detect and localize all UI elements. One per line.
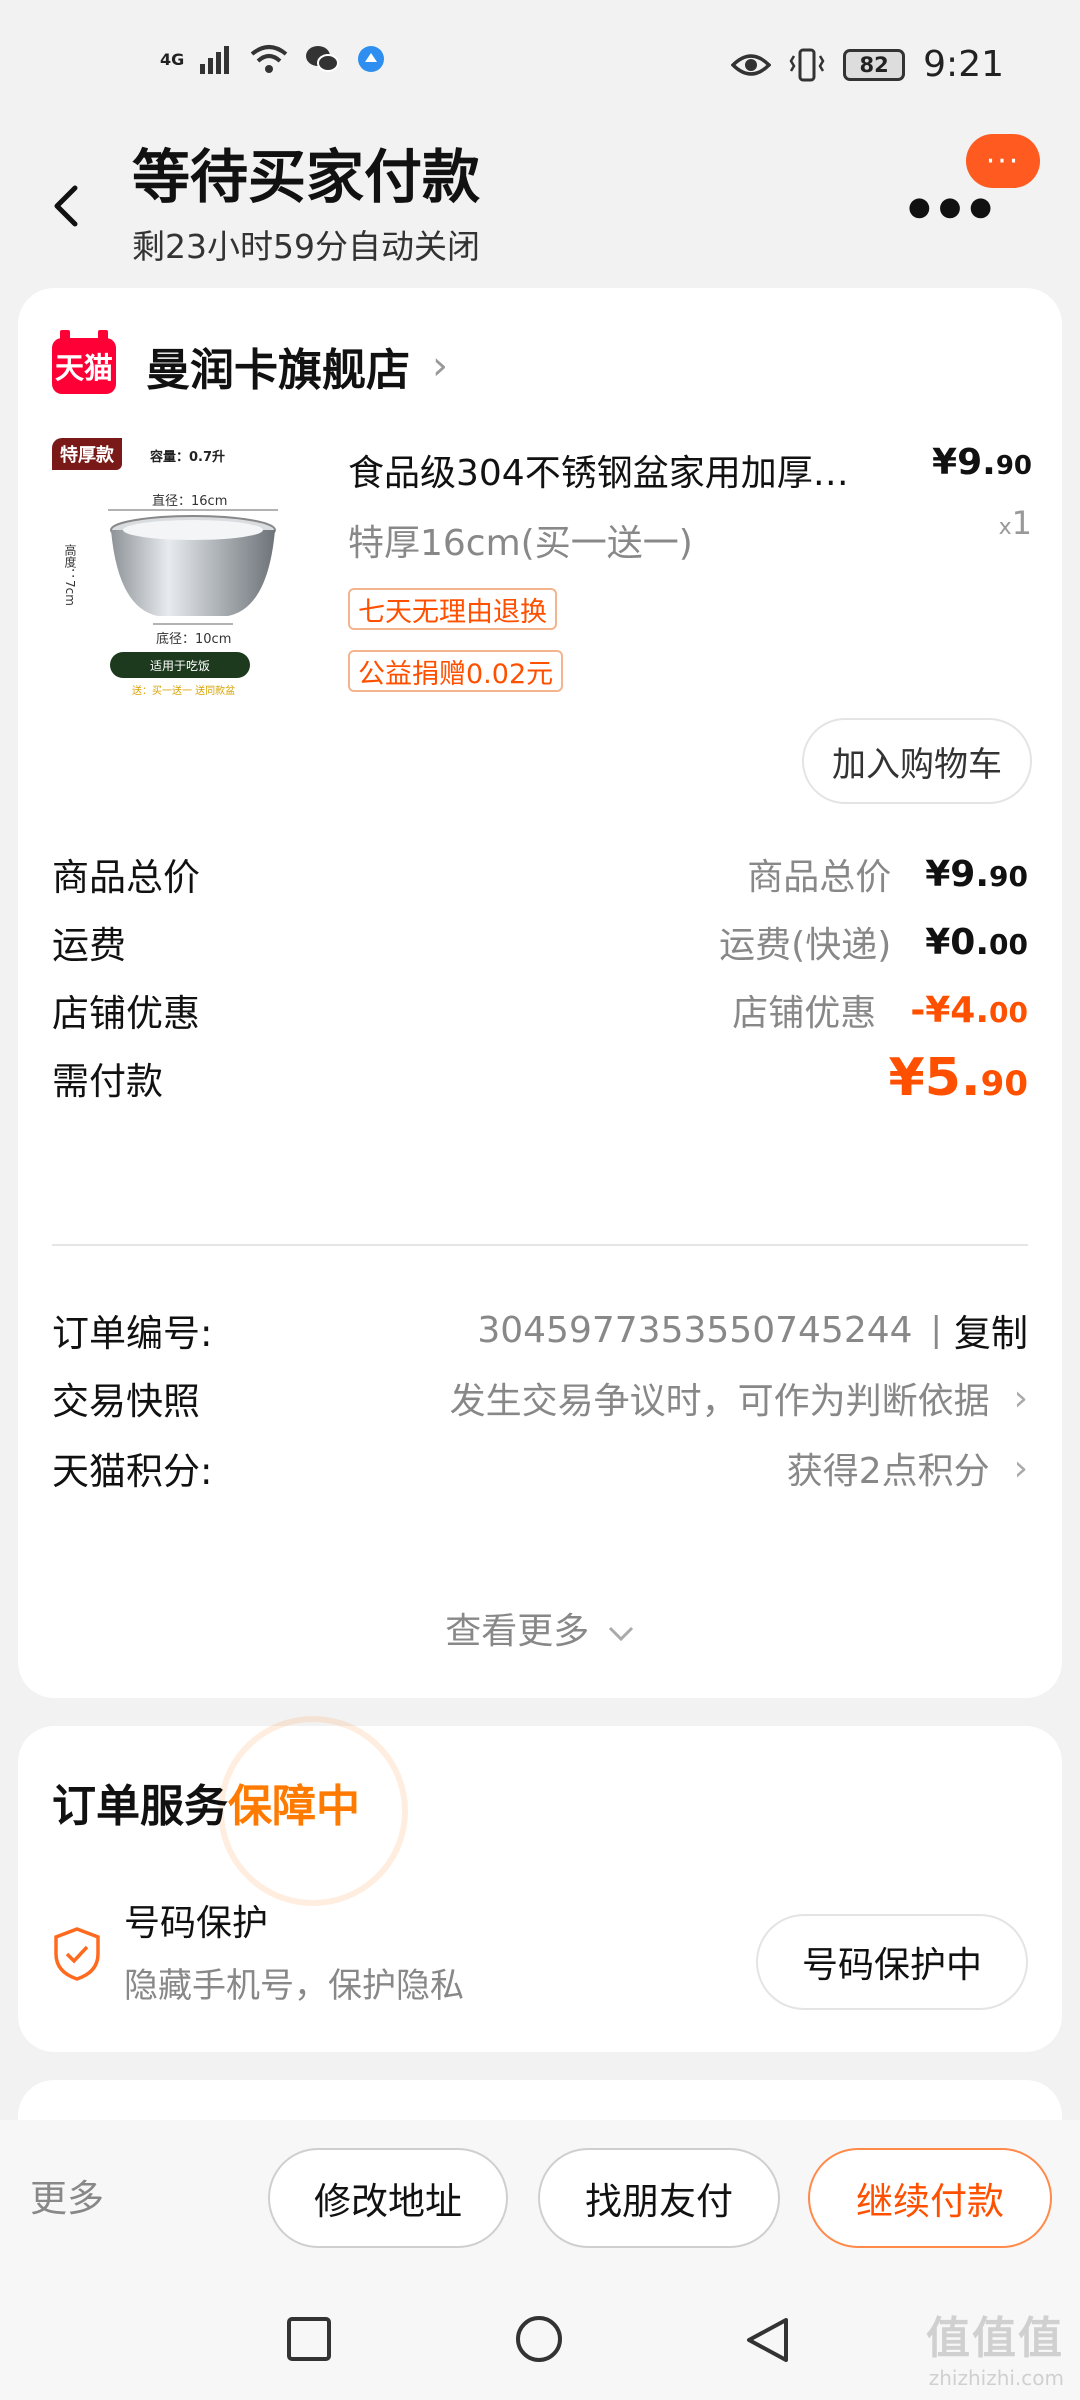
- page-title: 等待买家付款: [132, 143, 481, 211]
- fee-label: 店铺优惠: [52, 992, 200, 1035]
- product-image-bottom: 底径：10cm: [156, 632, 232, 647]
- fee-label: 需付款: [52, 1060, 163, 1103]
- see-more-button[interactable]: 查看更多: [18, 1602, 1062, 1654]
- charity-tag: 公益捐赠0.02元: [348, 650, 564, 692]
- order-number-label: 订单编号:: [52, 1312, 213, 1355]
- eye-icon: [731, 53, 772, 76]
- continue-payment-button[interactable]: 继续付款: [808, 2148, 1052, 2248]
- service-item-desc: 隐藏手机号，保护隐私: [124, 1966, 464, 2006]
- fee-row-shop-discount: 店铺优惠 店铺优惠 -¥4.00: [52, 980, 1028, 1040]
- fee-value: -¥4.00: [910, 989, 1028, 1031]
- bottom-action-bar: 更多 修改地址 找朋友付 继续付款: [0, 2120, 1080, 2280]
- fee-hint: 店铺优惠: [732, 993, 877, 1034]
- shop-name: 曼润卡旗舰店: [146, 345, 410, 396]
- divider: [52, 1244, 1028, 1246]
- tmall-points-label: 天猫积分:: [52, 1450, 213, 1493]
- app-notification-icon: [358, 46, 385, 72]
- product-price: ¥9.90: [932, 442, 1032, 483]
- tmall-points-row[interactable]: 天猫积分: 获得2点积分 ›: [52, 1438, 1028, 1498]
- vibrate-icon: [789, 48, 825, 81]
- order-number-row: 订单编号: 3045977353550745244 | 复制: [52, 1300, 1028, 1360]
- product-image-height: 高度：7cm: [63, 544, 77, 606]
- ask-friend-pay-button[interactable]: 找朋友付: [538, 2148, 780, 2248]
- product-image-note: 送：买一送一 送同款盆: [132, 686, 236, 696]
- product-image-tag: 特厚款: [52, 438, 122, 470]
- recent-apps-icon[interactable]: [286, 2316, 332, 2362]
- service-item-name: 号码保护: [124, 1903, 269, 1944]
- product-image[interactable]: 特厚款 容量：0.7升 直径：16cm 高度：7cm 底径：10cm 适用于吃饭…: [52, 438, 326, 696]
- separator: |: [930, 1310, 942, 1350]
- fee-label: 商品总价: [52, 856, 200, 899]
- clock: 9:21: [923, 44, 1004, 85]
- page-header: 等待买家付款 剩23小时59分自动关闭 ··· ●●●: [0, 130, 1080, 270]
- fee-hint: 运费(快递): [719, 925, 892, 966]
- chevron-right-icon: ›: [1013, 1377, 1028, 1419]
- chevron-down-icon: [608, 1626, 633, 1642]
- chevron-right-icon: ›: [432, 343, 448, 389]
- number-protection-button[interactable]: 号码保护中: [756, 1914, 1028, 2010]
- chevron-right-icon: ›: [1013, 1447, 1028, 1489]
- network-label: 4G: [160, 49, 185, 69]
- shield-check-icon: [54, 1927, 100, 1981]
- fee-row-amount-due: 需付款 ¥5.90: [52, 1048, 1028, 1108]
- status-left: 4G: [160, 44, 386, 74]
- order-card: 天猫 曼润卡旗舰店 › 特厚款 容量：0.7升 直径：16cm 高度：7cm 底…: [18, 288, 1062, 1698]
- more-actions-button[interactable]: 更多: [30, 2168, 104, 2222]
- fee-hint: 商品总价: [747, 857, 892, 898]
- order-service-card: 订单服务保障中 号码保护 隐藏手机号，保护隐私 号码保护中: [18, 1716, 1062, 2052]
- back-nav-icon[interactable]: [744, 2316, 790, 2366]
- home-icon[interactable]: [514, 2316, 564, 2366]
- product-quantity: x1: [998, 504, 1032, 542]
- service-title: 订单服务保障中: [52, 1781, 360, 1832]
- order-number-value: 3045977353550745244: [477, 1309, 913, 1351]
- product-spec: 特厚16cm(买一送一): [348, 523, 693, 564]
- chevron-left-icon: [54, 185, 78, 227]
- fee-row-shipping: 运费 运费(快递) ¥0.00: [52, 912, 1028, 972]
- back-button[interactable]: [42, 170, 90, 242]
- product-title[interactable]: 食品级304不锈钢盆家用加厚…: [348, 444, 908, 496]
- trade-snapshot-row[interactable]: 交易快照 发生交易争议时，可作为判断依据 ›: [52, 1368, 1028, 1428]
- more-menu-button[interactable]: ··· ●●●: [908, 134, 1040, 222]
- system-nav-bar: 值值值 zhizhizhi.com: [0, 2280, 1080, 2400]
- fee-value: ¥0.00: [925, 921, 1028, 963]
- product-image-capacity: 容量：0.7升: [150, 450, 226, 465]
- more-dots-icon: ●●●: [907, 192, 1000, 222]
- wechat-icon: [306, 46, 340, 72]
- return-policy-tag: 七天无理由退换: [348, 588, 557, 630]
- product-image-usage: 适用于吃饭: [110, 652, 250, 678]
- tmall-points-value: 获得2点积分: [786, 1451, 990, 1492]
- fee-row-total: 商品总价 商品总价 ¥9.90: [52, 844, 1028, 904]
- fee-value: ¥9.90: [925, 853, 1028, 895]
- status-right: 82 9:21: [731, 44, 1004, 85]
- wifi-icon: [250, 45, 288, 73]
- signal-icon: [200, 46, 230, 74]
- trade-snapshot-value: 发生交易争议时，可作为判断依据: [449, 1381, 990, 1422]
- amount-due-value: ¥5.90: [888, 1048, 1028, 1108]
- trade-snapshot-label: 交易快照: [52, 1380, 200, 1423]
- message-bubble-icon: ···: [966, 134, 1040, 188]
- copy-order-number-button[interactable]: 复制: [954, 1303, 1028, 1357]
- change-address-button[interactable]: 修改地址: [268, 2148, 508, 2248]
- shop-header[interactable]: 天猫 曼润卡旗舰店 ›: [52, 330, 448, 398]
- battery-indicator: 82: [843, 48, 906, 81]
- add-to-cart-button[interactable]: 加入购物车: [802, 718, 1032, 804]
- fee-label: 运费: [52, 924, 126, 967]
- tmall-logo: 天猫: [52, 330, 116, 394]
- product-image-diameter: 直径：16cm: [152, 494, 228, 509]
- steel-bowl-illustration: [108, 509, 278, 625]
- auto-close-countdown: 剩23小时59分自动关闭: [132, 227, 480, 266]
- status-bar: 4G 82 9:21: [0, 0, 1080, 130]
- see-more-label: 查看更多: [445, 1611, 590, 1652]
- site-watermark: 值值值 zhizhizhi.com: [926, 2313, 1064, 2390]
